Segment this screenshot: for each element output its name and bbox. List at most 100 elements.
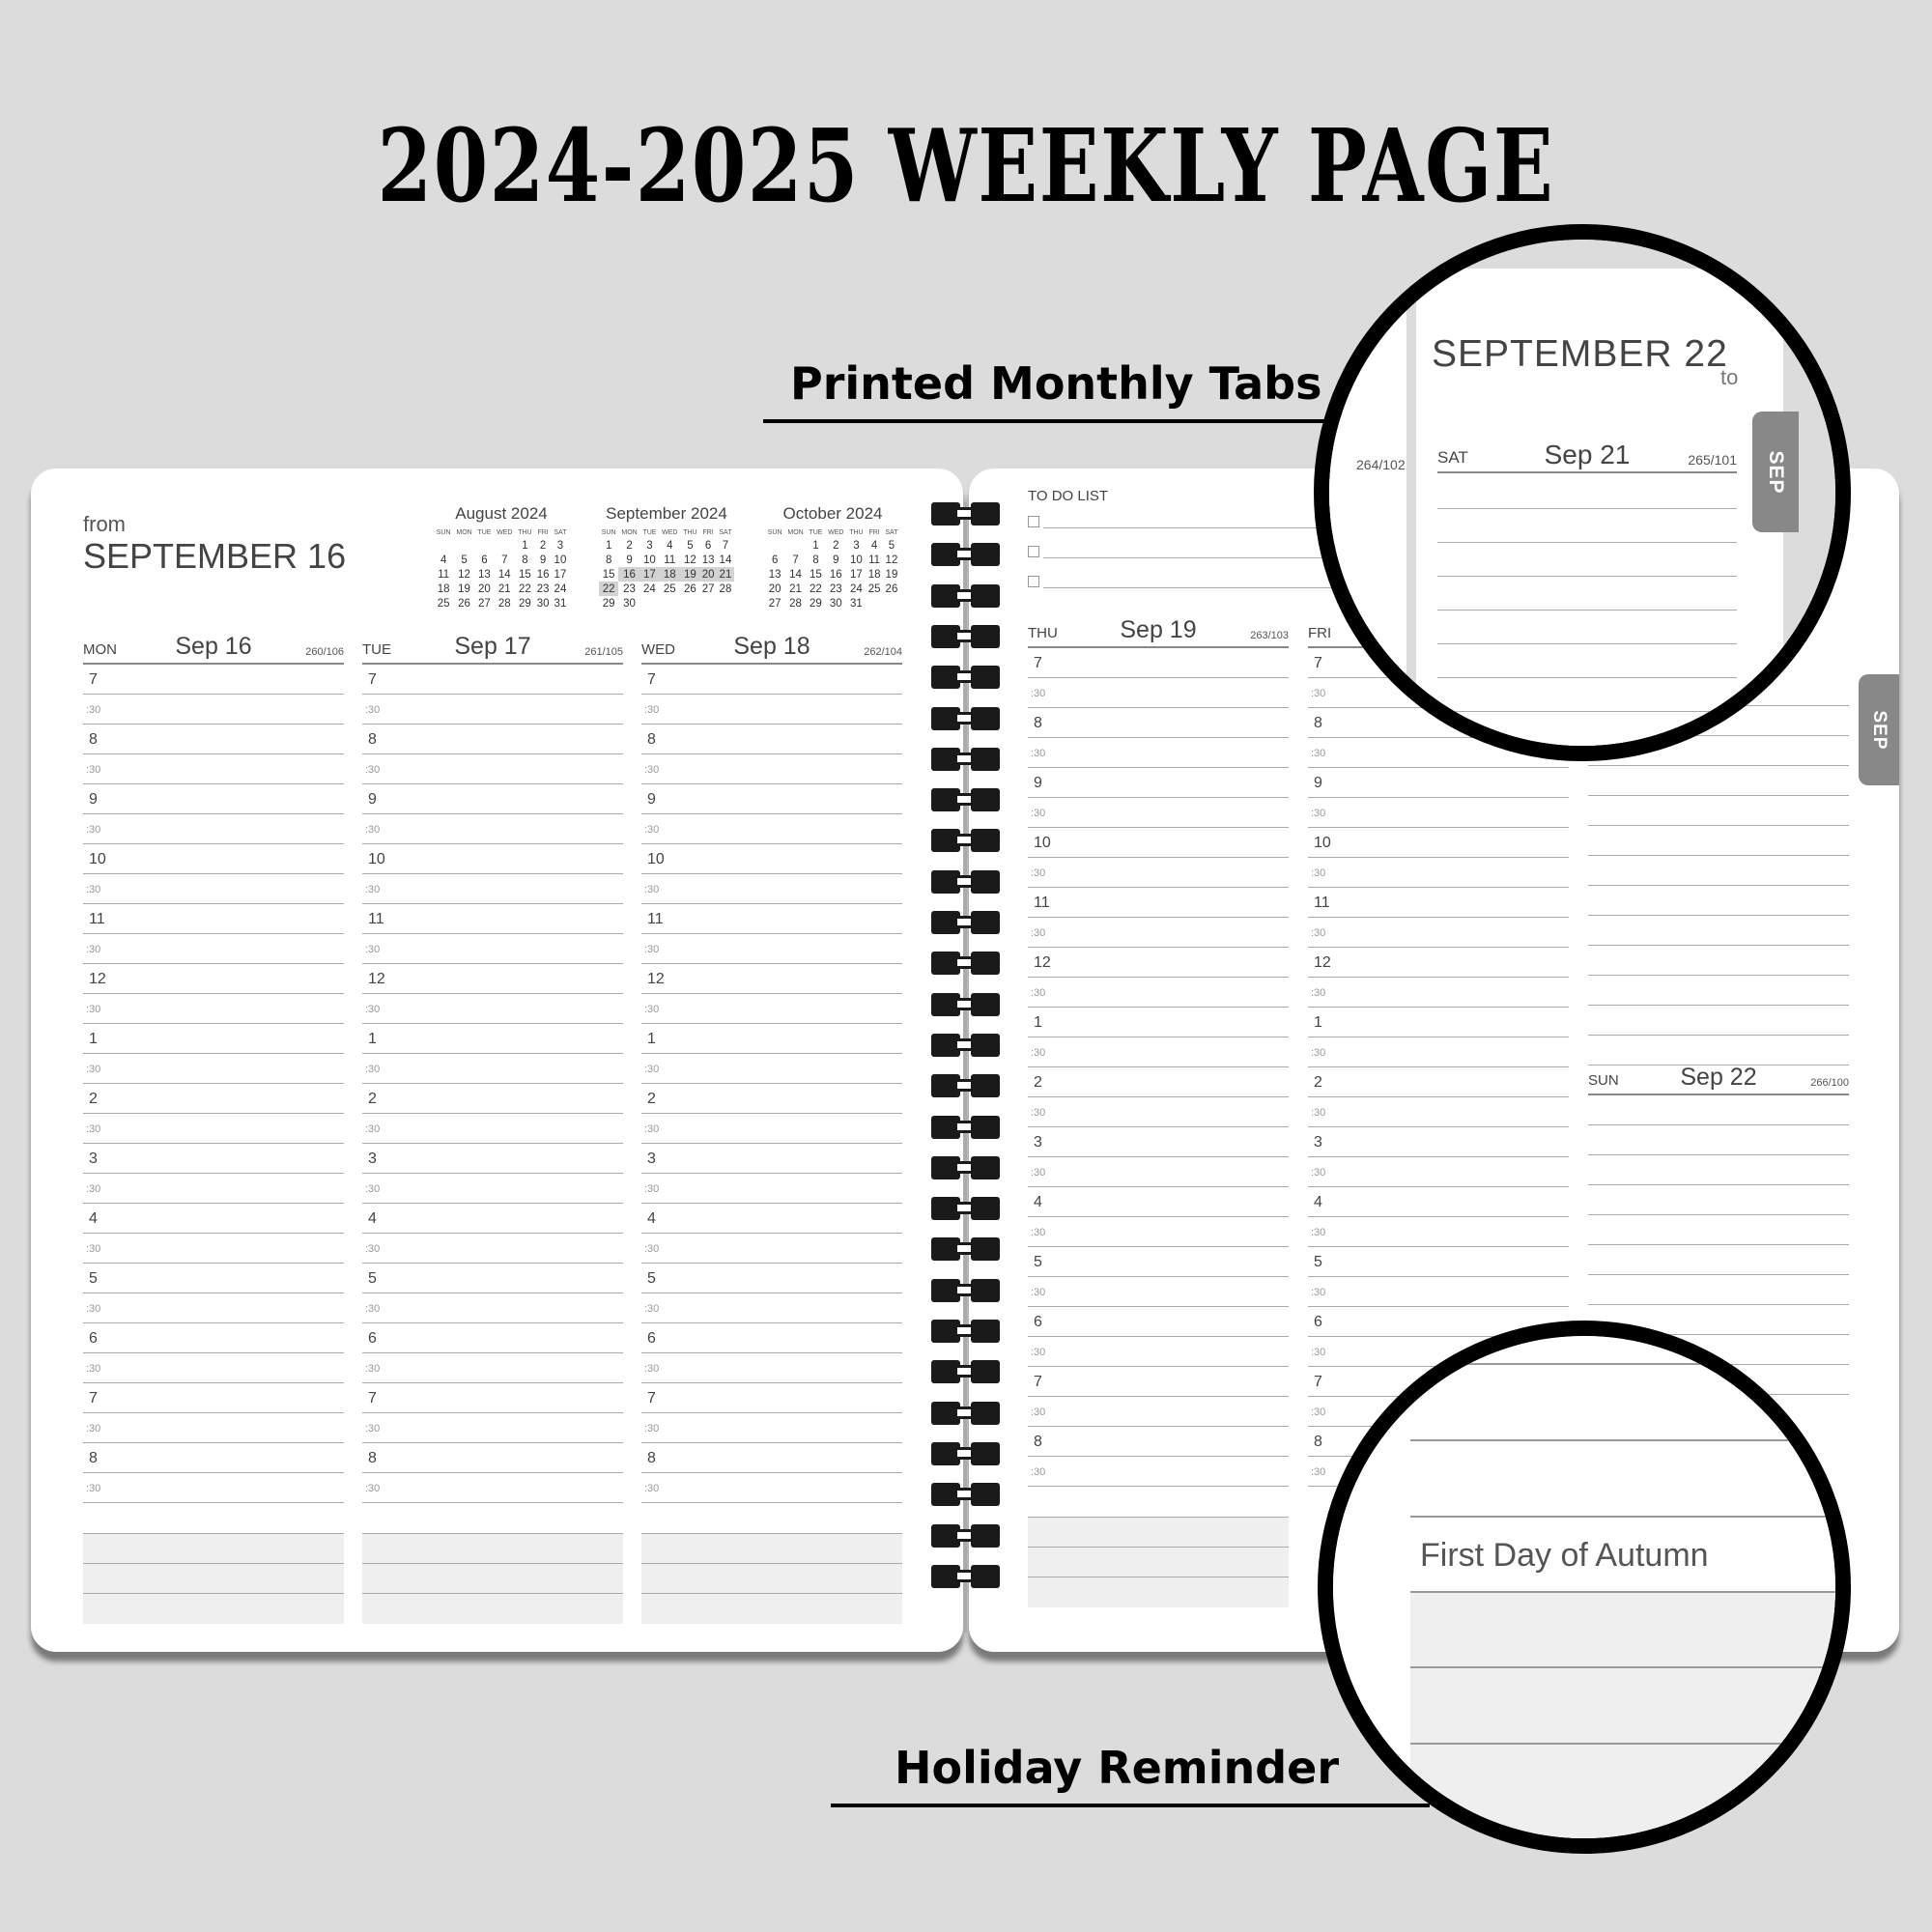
time-slot-half[interactable]: :30	[641, 934, 902, 964]
time-slot[interactable]: 12	[1028, 948, 1289, 978]
time-slot-half[interactable]: :30	[362, 994, 623, 1024]
time-slot-half[interactable]: :30	[1308, 798, 1569, 828]
time-slot[interactable]: 1	[1308, 1008, 1569, 1037]
month-tab-sep-magnified[interactable]: SEP	[1752, 412, 1799, 532]
time-slot-half[interactable]: :30	[1028, 678, 1289, 708]
time-slot-half[interactable]: :30	[362, 1293, 623, 1323]
time-slot-half[interactable]: :30	[1028, 1157, 1289, 1187]
time-slot-half[interactable]: :30	[1308, 918, 1569, 948]
time-slot[interactable]: 8	[83, 724, 344, 754]
notes-area[interactable]	[1028, 1517, 1289, 1607]
time-slot-half[interactable]: :30	[1028, 1397, 1289, 1427]
time-slot[interactable]: 4	[83, 1204, 344, 1234]
time-slot[interactable]: 11	[83, 904, 344, 934]
time-slot[interactable]: 10	[641, 844, 902, 874]
notes-area[interactable]	[641, 1533, 902, 1624]
time-slot[interactable]: 3	[83, 1144, 344, 1174]
time-slot[interactable]: 8	[362, 1443, 623, 1473]
time-slot[interactable]: 6	[641, 1323, 902, 1353]
time-slot-half[interactable]: :30	[641, 695, 902, 724]
todo-checkbox[interactable]	[1028, 516, 1039, 527]
todo-line[interactable]	[1043, 527, 1347, 528]
time-slot[interactable]: 12	[641, 964, 902, 994]
time-slot[interactable]: 4	[1028, 1187, 1289, 1217]
writing-line[interactable]	[1588, 826, 1849, 856]
time-slot-half[interactable]: :30	[83, 1473, 344, 1503]
time-slot[interactable]: 7	[1028, 1367, 1289, 1397]
writing-line[interactable]	[1588, 796, 1849, 826]
todo-item[interactable]	[1028, 570, 1347, 600]
time-slot[interactable]: 3	[641, 1144, 902, 1174]
time-slot-half[interactable]: :30	[1308, 1037, 1569, 1067]
writing-line[interactable]	[1588, 1185, 1849, 1215]
writing-line[interactable]	[1588, 1155, 1849, 1185]
time-slot-half[interactable]: :30	[1028, 738, 1289, 768]
time-slot[interactable]: 10	[1028, 828, 1289, 858]
time-slot-half[interactable]: :30	[641, 814, 902, 844]
time-slot-half[interactable]: :30	[641, 1114, 902, 1144]
time-slot[interactable]: 9	[362, 784, 623, 814]
time-slot-half[interactable]: :30	[1028, 858, 1289, 888]
time-slot[interactable]: 8	[641, 724, 902, 754]
time-slot-half[interactable]: :30	[83, 695, 344, 724]
time-slot-half[interactable]: :30	[362, 1413, 623, 1443]
time-slot-half[interactable]: :30	[362, 934, 623, 964]
writing-line[interactable]	[1588, 1095, 1849, 1125]
time-slot[interactable]: 7	[83, 1383, 344, 1413]
time-slot[interactable]: 11	[641, 904, 902, 934]
writing-line[interactable]	[1588, 1125, 1849, 1155]
time-slot[interactable]: 1	[641, 1024, 902, 1054]
time-slot[interactable]: 5	[641, 1264, 902, 1293]
time-slot-half[interactable]: :30	[1028, 1037, 1289, 1067]
time-slot[interactable]: 1	[83, 1024, 344, 1054]
time-slot-half[interactable]: :30	[1028, 1097, 1289, 1127]
time-slot-half[interactable]: :30	[641, 1353, 902, 1383]
writing-line[interactable]	[1588, 1036, 1849, 1065]
time-slot[interactable]: 9	[83, 784, 344, 814]
todo-checkbox[interactable]	[1028, 546, 1039, 557]
time-slot-half[interactable]: :30	[1308, 1277, 1569, 1307]
time-slot[interactable]: 11	[1028, 888, 1289, 918]
todo-checkbox[interactable]	[1028, 576, 1039, 587]
time-slot-half[interactable]: :30	[641, 1234, 902, 1264]
time-slot-half[interactable]: :30	[641, 874, 902, 904]
month-tab-sep[interactable]: SEP	[1859, 674, 1899, 785]
time-slot-half[interactable]: :30	[83, 874, 344, 904]
time-slot-half[interactable]: :30	[641, 1054, 902, 1084]
writing-line[interactable]	[1588, 856, 1849, 886]
time-slot-half[interactable]: :30	[83, 814, 344, 844]
time-slot[interactable]: 7	[1028, 648, 1289, 678]
time-slot[interactable]: 6	[83, 1323, 344, 1353]
todo-item[interactable]	[1028, 510, 1347, 540]
time-slot-half[interactable]: :30	[362, 1234, 623, 1264]
time-slot-half[interactable]: :30	[83, 1353, 344, 1383]
time-slot-half[interactable]: :30	[362, 1114, 623, 1144]
notes-area[interactable]	[362, 1533, 623, 1624]
writing-line[interactable]	[1588, 1245, 1849, 1275]
time-slot[interactable]: 3	[1028, 1127, 1289, 1157]
time-slot-half[interactable]: :30	[1308, 858, 1569, 888]
time-slot-half[interactable]: :30	[641, 1413, 902, 1443]
writing-line[interactable]	[1588, 1215, 1849, 1245]
time-slot-half[interactable]: :30	[83, 1174, 344, 1204]
time-slot-half[interactable]: :30	[1028, 918, 1289, 948]
time-slot-half[interactable]: :30	[1308, 978, 1569, 1008]
time-slot[interactable]: 7	[641, 1383, 902, 1413]
time-slot[interactable]: 2	[83, 1084, 344, 1114]
time-slot-half[interactable]: :30	[83, 1413, 344, 1443]
time-slot[interactable]: 5	[1028, 1247, 1289, 1277]
time-slot-half[interactable]: :30	[362, 874, 623, 904]
time-slot-half[interactable]: :30	[1028, 1277, 1289, 1307]
writing-line[interactable]	[1588, 976, 1849, 1006]
writing-line[interactable]	[1588, 916, 1849, 946]
time-slot[interactable]: 8	[1028, 708, 1289, 738]
time-slot-half[interactable]: :30	[362, 695, 623, 724]
time-slot[interactable]: 2	[362, 1084, 623, 1114]
time-slot[interactable]: 4	[362, 1204, 623, 1234]
todo-line[interactable]	[1043, 587, 1347, 588]
time-slot[interactable]: 5	[1308, 1247, 1569, 1277]
time-slot[interactable]: 11	[1308, 888, 1569, 918]
time-slot-half[interactable]: :30	[1308, 1097, 1569, 1127]
time-slot[interactable]: 10	[362, 844, 623, 874]
time-slot[interactable]: 1	[362, 1024, 623, 1054]
